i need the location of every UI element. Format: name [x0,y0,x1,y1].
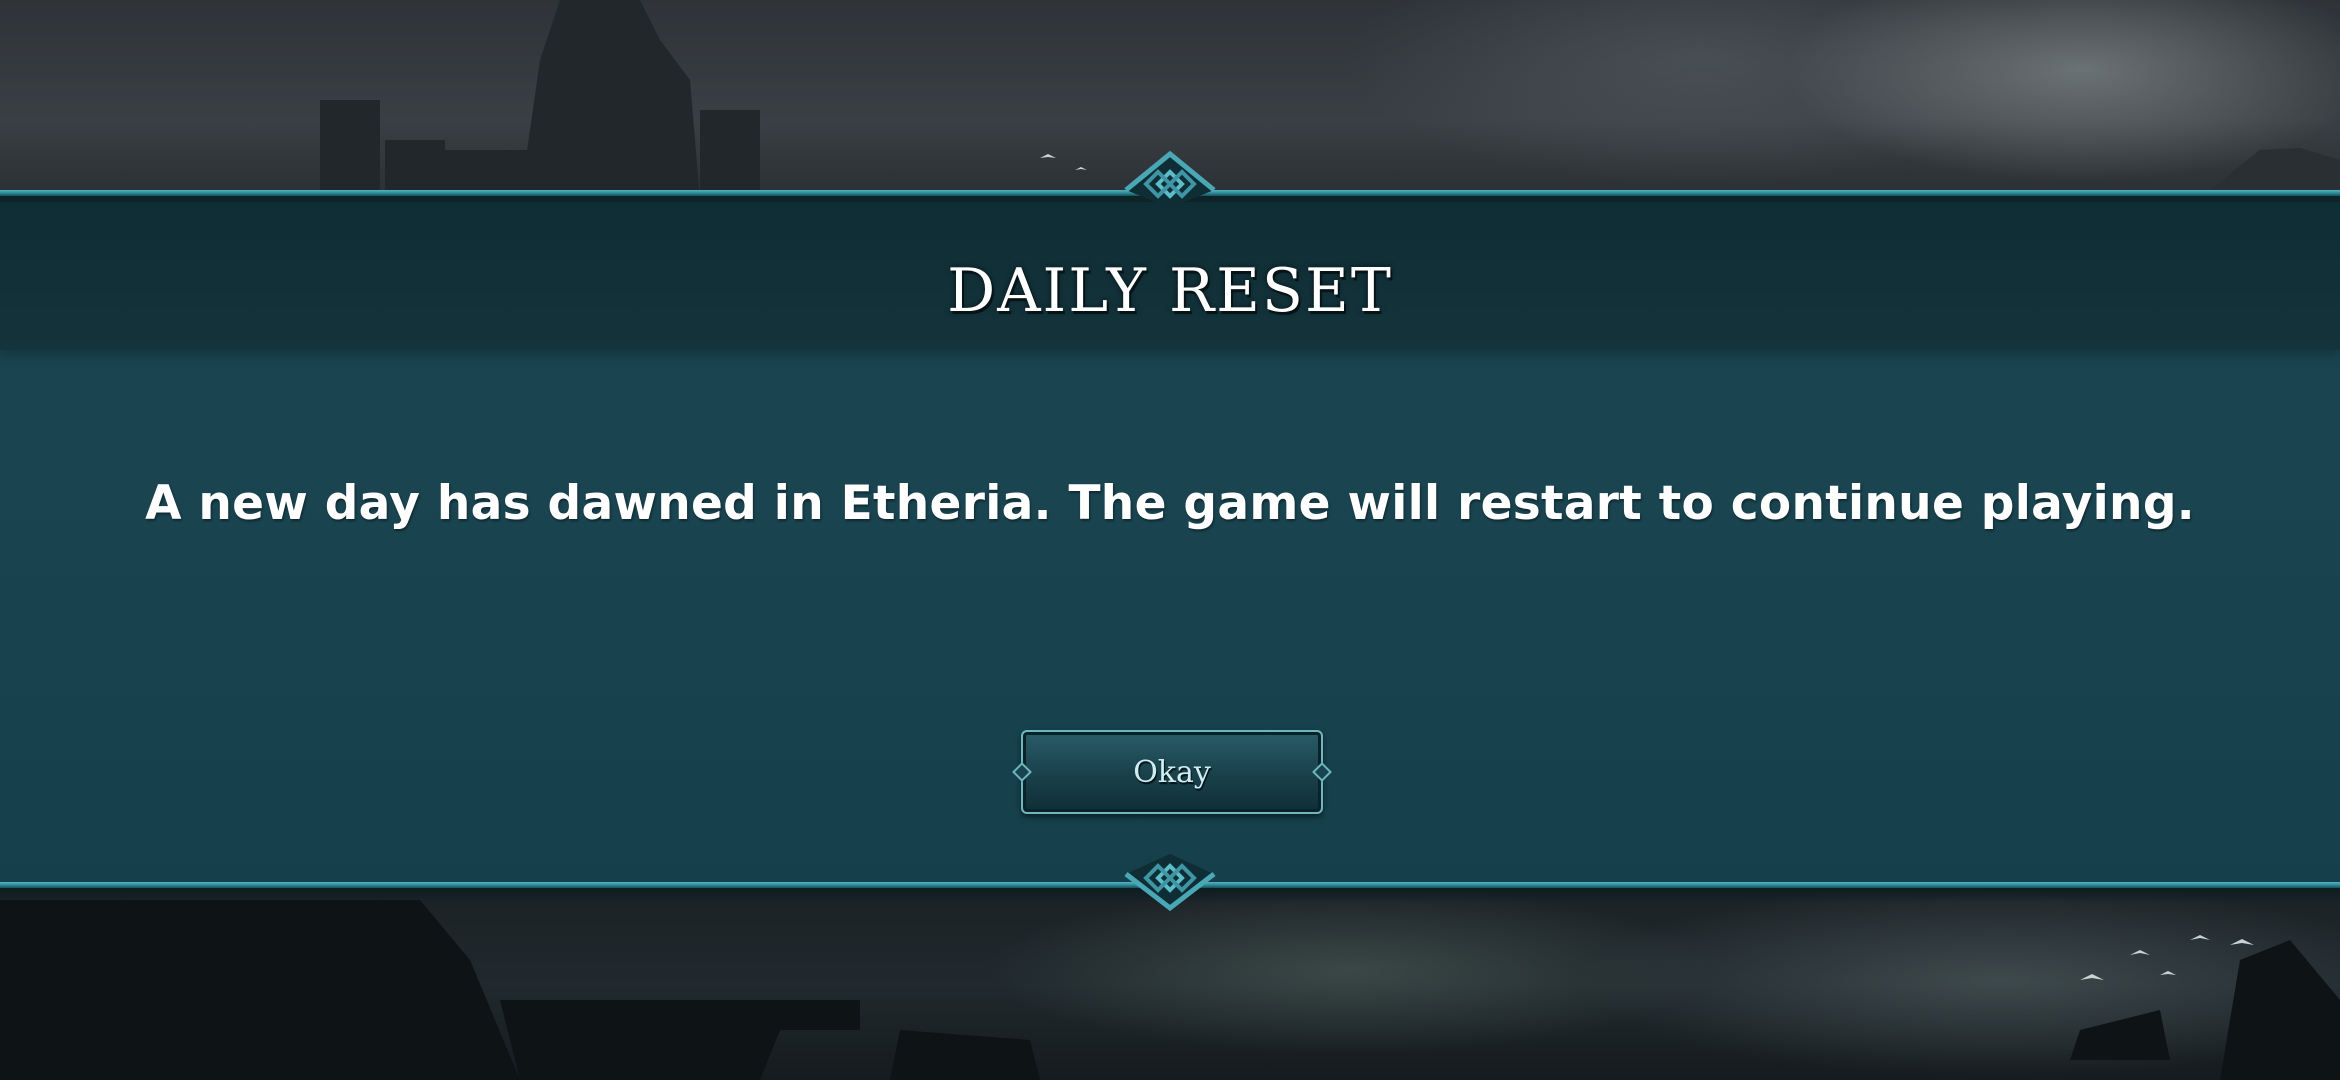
okay-button-label: Okay [1133,754,1211,790]
distant-mountain [2210,148,2340,190]
diamond-knot-icon [1124,854,1216,912]
castle-ruins [320,0,760,200]
dialog-title: DAILY RESET [947,256,1393,326]
dialog-message: A new day has dawned in Etheria. The gam… [145,476,2195,531]
game-screen: DAILY RESET A new day has dawned in Ethe… [0,0,2340,1080]
daily-reset-dialog: DAILY RESET A new day has dawned in Ethe… [0,190,2340,902]
okay-button[interactable]: Okay [1021,730,1323,814]
foreground-rocks [0,900,2340,1080]
diamond-knot-icon [1124,150,1216,208]
